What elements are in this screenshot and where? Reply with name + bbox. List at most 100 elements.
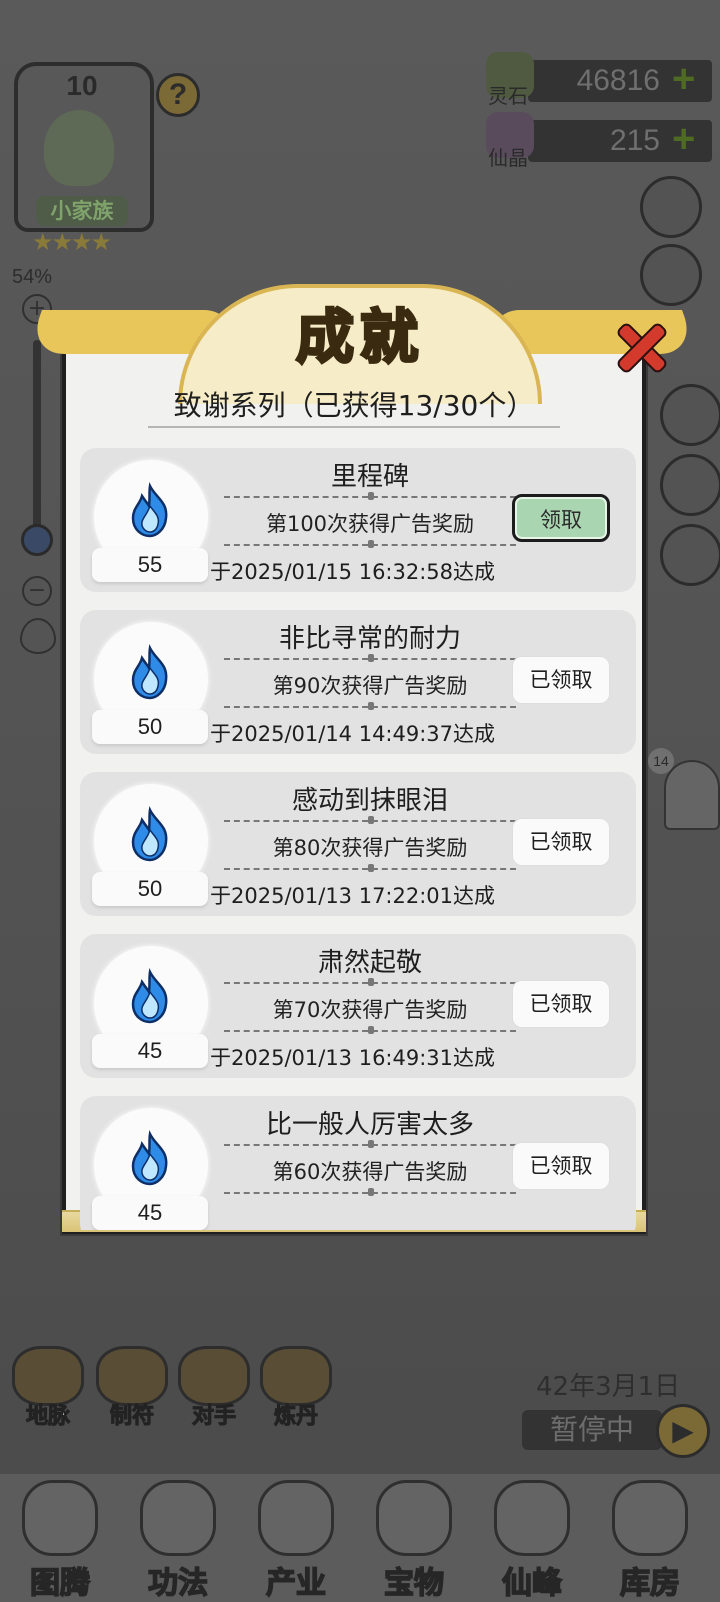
- zoom-out-button[interactable]: −: [22, 576, 52, 606]
- utility-label: 炼丹: [273, 1404, 318, 1430]
- clan-level: 10: [66, 70, 98, 101]
- nav-totem[interactable]: 图腾: [4, 1474, 116, 1602]
- npc-portrait[interactable]: [664, 760, 720, 830]
- industry-icon: [258, 1480, 334, 1556]
- reward-count: 45: [92, 1196, 208, 1230]
- nav-peak[interactable]: 仙峰: [476, 1474, 588, 1602]
- claim-button[interactable]: 领取: [512, 494, 610, 542]
- nav-label: 库房: [619, 1565, 681, 1602]
- modal-title: 成就: [294, 302, 424, 373]
- locate-icon[interactable]: [20, 618, 56, 654]
- divider-ornament: [368, 1026, 374, 1034]
- divider-ornament: [368, 492, 374, 500]
- divider-ornament: [368, 864, 374, 872]
- achievement-condition: 第80次获得广告奖励: [272, 836, 468, 860]
- achievement-card: 50 非比寻常的耐力 第90次获得广告奖励 于2025/01/14 14:49:…: [80, 610, 636, 754]
- blue-flame-icon: [131, 1130, 168, 1186]
- divider-ornament: [368, 1140, 374, 1148]
- reward-count: 45: [92, 1034, 208, 1068]
- achievement-condition: 第90次获得广告奖励: [272, 674, 468, 698]
- utility-liandan-button[interactable]: 炼丹: [260, 1346, 332, 1430]
- treasure-icon: [376, 1480, 452, 1556]
- utility-label: 对手: [191, 1404, 236, 1430]
- claimed-button[interactable]: 已领取: [512, 1142, 610, 1190]
- divider-ornament: [368, 1188, 374, 1196]
- achievement-date: 于2025/01/14 14:49:37达成: [210, 722, 496, 746]
- achievement-name: 肃然起敬: [317, 948, 422, 978]
- achievement-date: 于2025/01/13 16:49:31达成: [210, 1046, 496, 1070]
- nav-technique[interactable]: 功法: [122, 1474, 234, 1602]
- book-icon[interactable]: [660, 454, 720, 516]
- divider-ornament: [368, 816, 374, 824]
- achievement-condition: 第70次获得广告奖励: [272, 998, 468, 1022]
- clan-stars: ★★★★: [32, 228, 112, 256]
- utility-zhifu-button[interactable]: 制符: [96, 1346, 168, 1430]
- achievement-condition: 第60次获得广告奖励: [272, 1160, 468, 1184]
- achievement-card: 50 感动到抹眼泪 第80次获得广告奖励 于2025/01/13 17:22:0…: [80, 772, 636, 916]
- blue-flame-icon: [131, 644, 168, 700]
- technique-icon: [140, 1480, 216, 1556]
- warehouse-icon: [612, 1480, 688, 1556]
- utility-label: 地脉: [25, 1404, 70, 1430]
- clan-tree-icon: [44, 110, 114, 186]
- series-divider: [148, 426, 560, 428]
- spirit-stone-value: 46816: [576, 64, 660, 97]
- scroll-icon[interactable]: [640, 244, 702, 306]
- blue-flame-icon: [131, 968, 168, 1024]
- play-button[interactable]: ▶: [656, 1404, 710, 1458]
- nav-warehouse[interactable]: 库房: [594, 1474, 706, 1602]
- divider-ornament: [368, 702, 374, 710]
- totem-icon: [22, 1480, 98, 1556]
- side-menu-icon[interactable]: [660, 384, 720, 446]
- nav-label: 图腾: [29, 1565, 91, 1602]
- series-title: 致谢系列（已获得13/30个）: [173, 389, 535, 422]
- immortal-crystal-value: 215: [609, 124, 660, 157]
- claimed-button[interactable]: 已领取: [512, 656, 610, 704]
- achievement-card: 55 里程碑 第100次获得广告奖励 于2025/01/15 16:32:58达…: [80, 448, 636, 592]
- bottom-nav: 图腾 功法 产业 宝物 仙峰 库房: [0, 1474, 720, 1602]
- achievement-condition: 第100次获得广告奖励: [265, 512, 475, 536]
- nav-label: 仙峰: [501, 1565, 563, 1602]
- divider-ornament: [368, 654, 374, 662]
- claimed-button[interactable]: 已领取: [512, 818, 610, 866]
- spirit-stone-label: 灵石: [488, 84, 528, 108]
- help-button[interactable]: ?: [156, 73, 200, 117]
- clan-name: 小家族: [36, 196, 128, 226]
- utility-duishou-button[interactable]: 对手: [178, 1346, 250, 1430]
- game-date: 42年3月1日: [536, 1372, 681, 1402]
- achievement-date: 于2025/01/15 16:32:58达成: [210, 560, 496, 584]
- reward-count: 50: [92, 872, 208, 906]
- nav-industry[interactable]: 产业: [240, 1474, 352, 1602]
- peak-icon: [494, 1480, 570, 1556]
- cauldron-icon: [260, 1346, 332, 1406]
- achievement-date: 于2025/01/13 17:22:01达成: [210, 884, 496, 908]
- achievement-name: 感动到抹眼泪: [291, 786, 448, 816]
- dragon-icon: [12, 1346, 84, 1406]
- achievement-name: 非比寻常的耐力: [278, 624, 461, 654]
- utility-dimai-button[interactable]: 地脉: [12, 1346, 84, 1430]
- achievement-card: 45 肃然起敬 第70次获得广告奖励 于2025/01/13 16:49:31达…: [80, 934, 636, 1078]
- settings-yin-yang-icon[interactable]: [640, 176, 702, 238]
- zoom-slider-track[interactable]: [33, 340, 41, 540]
- divider-ornament: [368, 540, 374, 548]
- nav-label: 宝物: [383, 1565, 445, 1602]
- zoom-slider-knob[interactable]: [21, 524, 53, 556]
- blue-flame-icon: [131, 806, 168, 862]
- pause-status: 暂停中: [522, 1410, 662, 1450]
- nav-treasure[interactable]: 宝物: [358, 1474, 470, 1602]
- achievement-name: 里程碑: [330, 462, 409, 492]
- achievement-list[interactable]: 55 里程碑 第100次获得广告奖励 于2025/01/15 16:32:58达…: [80, 448, 638, 1230]
- nav-label: 产业: [265, 1565, 327, 1602]
- plaque-icon[interactable]: [660, 524, 720, 586]
- spirit-stone-add-button[interactable]: +: [672, 58, 695, 100]
- achievement-name: 比一般人厉害太多: [265, 1110, 474, 1140]
- utility-label: 制符: [109, 1404, 154, 1430]
- blue-flame-icon: [131, 482, 168, 538]
- npc-level: 14: [648, 748, 674, 774]
- close-icon[interactable]: [608, 314, 670, 376]
- immortal-crystal-label: 仙晶: [488, 146, 528, 170]
- nav-label: 功法: [147, 1565, 209, 1602]
- immortal-crystal-add-button[interactable]: +: [672, 118, 695, 160]
- claimed-button[interactable]: 已领取: [512, 980, 610, 1028]
- divider-ornament: [368, 978, 374, 986]
